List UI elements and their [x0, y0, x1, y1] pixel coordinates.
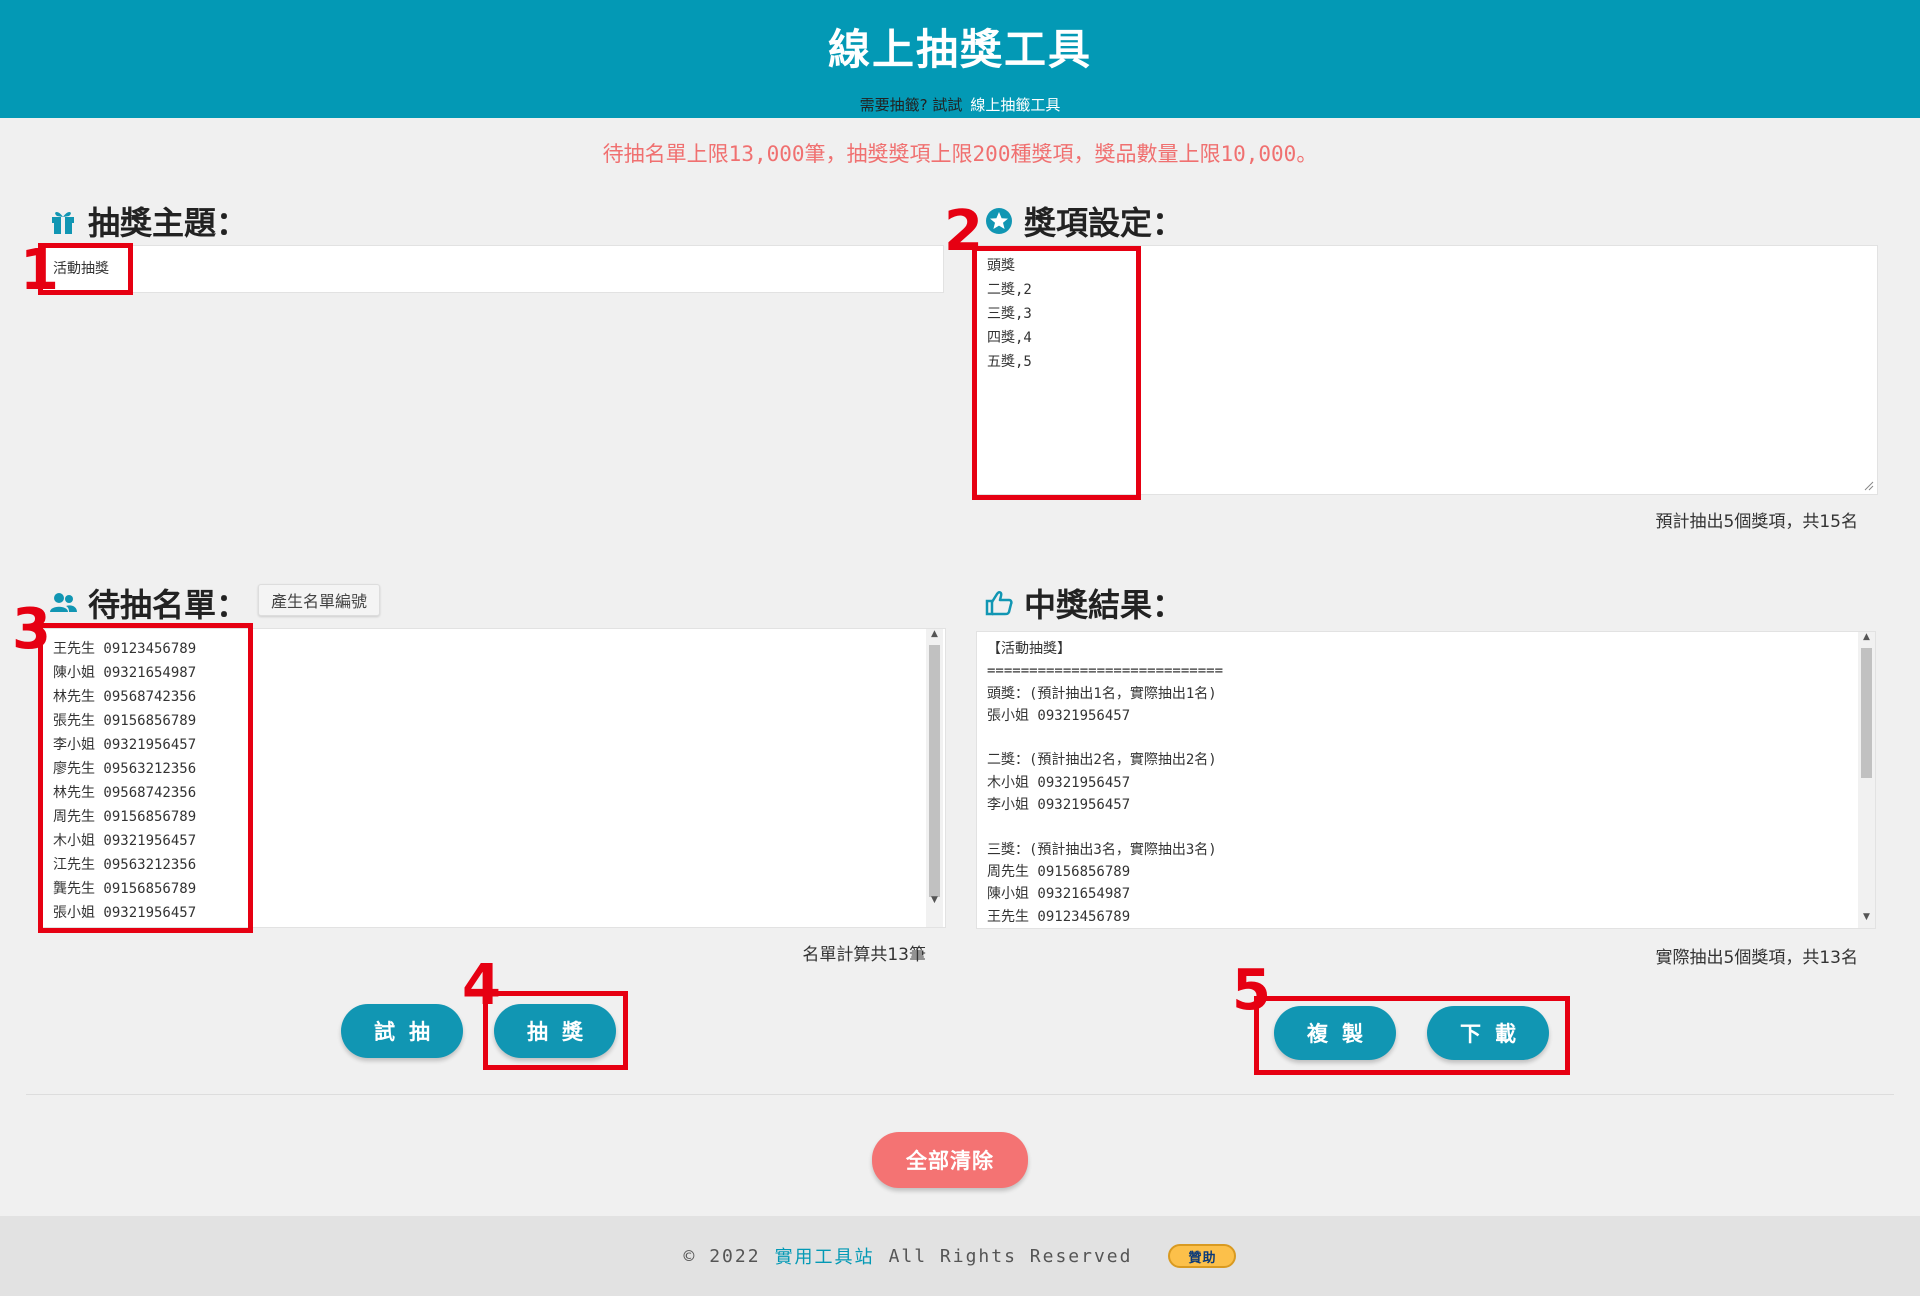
prizes-title-label: 獎項設定： [1024, 204, 1185, 242]
result-line: 李小姐 09321956457 [987, 797, 1131, 814]
lottery-tool-link[interactable]: 線上抽籤工具 [970, 96, 1060, 114]
annotation-box-2 [972, 246, 1141, 500]
result-line: 木小姐 09321956457 [987, 774, 1131, 791]
result-line: 頭獎：(預計抽出1名，實際抽出1名) [987, 685, 1217, 702]
result-line [987, 727, 1865, 749]
scroll-up-icon[interactable]: ▲ [926, 629, 943, 639]
annotation-number-5: 5 [1232, 958, 1271, 1023]
results-textarea[interactable]: 【活動抽獎】 ============================ 頭獎：(預計… [976, 631, 1876, 929]
thumbs-up-icon [984, 588, 1014, 618]
theme-section-title: 抽獎主題： [48, 198, 248, 244]
scroll-thumb[interactable] [1861, 648, 1872, 778]
subtitle: 需要抽籤? 試試 線上抽籤工具 [0, 94, 1920, 115]
scroll-up-icon[interactable]: ▲ [1858, 632, 1875, 642]
results-section-title: 中獎結果： [984, 580, 1184, 626]
annotation-number-1: 1 [20, 238, 59, 303]
annotation-number-4: 4 [462, 953, 501, 1018]
scroll-down-icon[interactable]: ▼ [1858, 912, 1875, 922]
annotation-box-3 [38, 623, 253, 933]
results-title-label: 中獎結果： [1024, 586, 1185, 624]
page-title: 線上抽獎工具 [827, 25, 1092, 74]
theme-title-label: 抽獎主題： [88, 204, 249, 242]
notice-number: 10,000 [1220, 142, 1297, 166]
result-line: 陳小姐 09321654987 [987, 886, 1131, 903]
notice-text: 種獎項，獎品數量上限 [1010, 142, 1221, 166]
page-header: 線上抽獎工具 需要抽籤? 試試 線上抽籤工具 [0, 0, 1920, 118]
footer: © 2022 實用工具站 All Rights Reserved 贊助 [0, 1216, 1920, 1296]
trial-draw-button[interactable]: 試抽 [341, 1004, 463, 1058]
gift-icon [48, 206, 78, 236]
result-line: 王先生 09123456789 [987, 908, 1131, 925]
notice-number: 200 [972, 142, 1011, 166]
notice-text: 。 [1296, 142, 1318, 166]
result-line: 周先生 09156856789 [987, 863, 1131, 880]
rights-text: All Rights Reserved [888, 1245, 1133, 1267]
result-line: 張小姐 09321956457 [987, 707, 1131, 724]
divider [26, 1094, 1894, 1095]
donate-button[interactable]: 贊助 [1168, 1244, 1237, 1268]
scroll-thumb[interactable] [929, 645, 940, 897]
participants-count: 名單計算共13筆 [802, 945, 926, 965]
participants-section-title: 待抽名單： [48, 580, 248, 626]
resize-handle-icon[interactable] [1864, 481, 1874, 491]
subtitle-prefix: 需要抽籤? 試試 [859, 96, 963, 114]
generate-numbers-button[interactable]: 產生名單編號 [258, 584, 380, 616]
result-line [987, 816, 1865, 838]
clear-all-button[interactable]: 全部清除 [872, 1132, 1028, 1188]
site-link[interactable]: 實用工具站 [775, 1243, 875, 1269]
results-scrollbar[interactable]: ▲ ▼ [1858, 632, 1875, 928]
notice-text: 待抽名單上限 [602, 142, 729, 166]
theme-input[interactable]: 活動抽獎 [40, 245, 944, 293]
result-line: 三獎：(預計抽出3名，實際抽出3名) [987, 841, 1217, 858]
scroll-down-icon[interactable]: ▼ [926, 895, 943, 905]
star-circle-icon [984, 206, 1014, 236]
result-line: 二獎：(預計抽出2名，實際抽出2名) [987, 752, 1217, 769]
annotation-number-2: 2 [944, 199, 983, 264]
people-icon [48, 588, 78, 618]
notice-number: 13,000 [728, 142, 805, 166]
result-line: ============================ [987, 663, 1224, 680]
prizes-summary: 預計抽出5個獎項，共15名 [1655, 512, 1858, 532]
prizes-section-title: 獎項設定： [984, 198, 1184, 244]
annotation-number-3: 3 [12, 597, 51, 662]
result-line: 【活動抽獎】 [987, 641, 1071, 657]
annotation-box-5 [1254, 996, 1570, 1075]
copyright-text: © 2022 [683, 1245, 761, 1267]
participants-scrollbar[interactable]: ▲ ▼ [926, 629, 943, 927]
annotation-box-4 [483, 991, 628, 1070]
notice-text: 筆，抽獎獎項上限 [804, 142, 973, 166]
results-summary: 實際抽出5個獎項，共13名 [1655, 948, 1858, 968]
limits-notice: 待抽名單上限13,000筆，抽獎獎項上限200種獎項，獎品數量上限10,000。 [0, 138, 1920, 168]
participants-title-label: 待抽名單： [88, 586, 249, 624]
